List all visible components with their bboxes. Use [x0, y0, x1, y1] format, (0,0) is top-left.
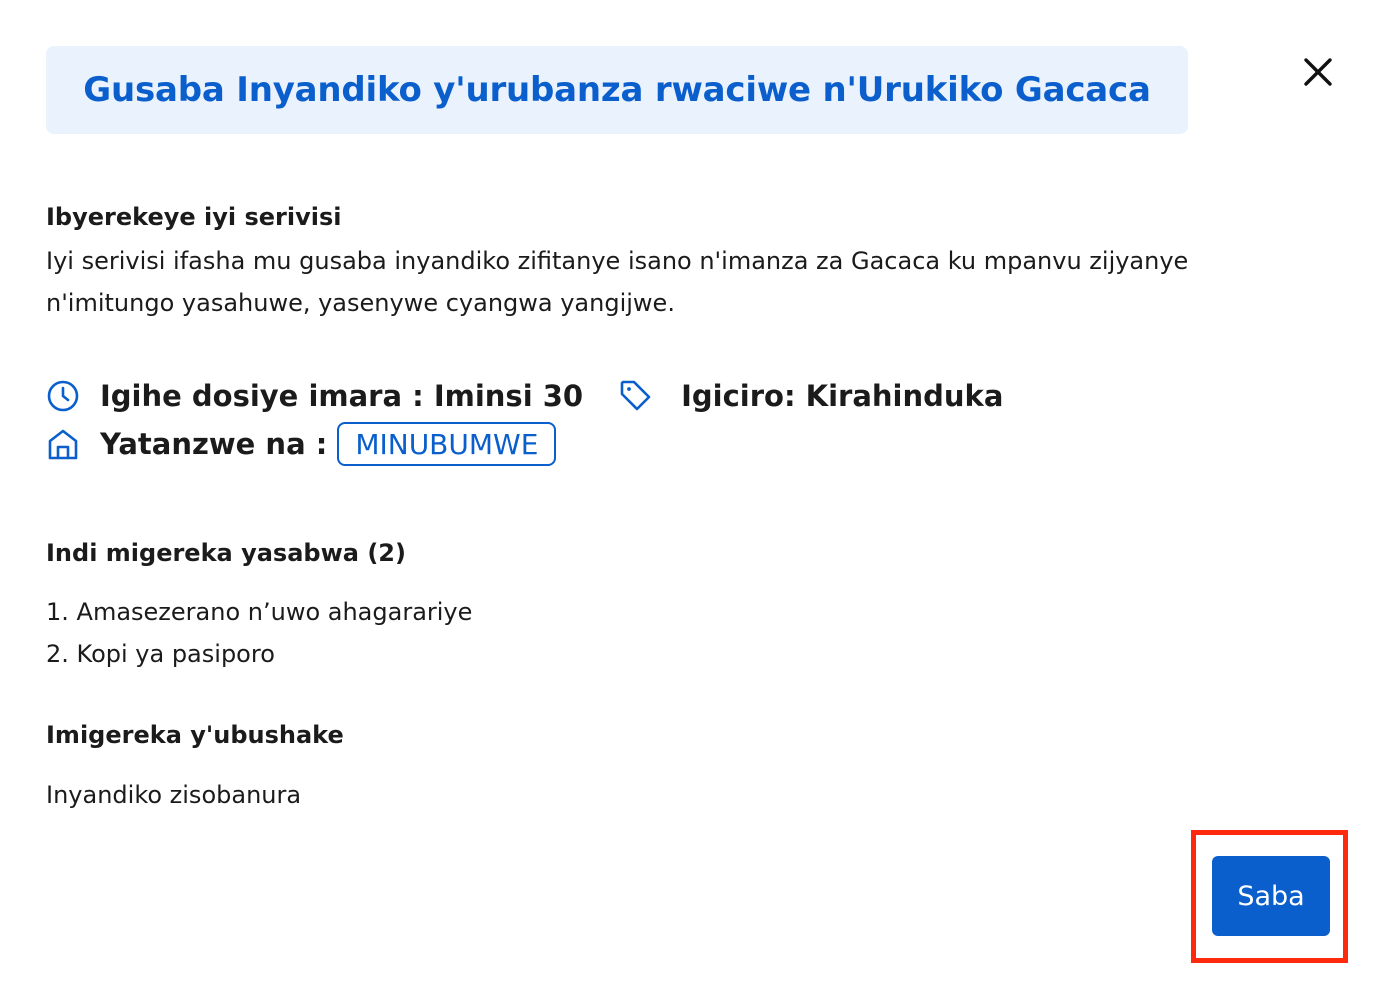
close-button[interactable] — [1296, 50, 1340, 94]
provider-label: Yatanzwe na : — [100, 427, 328, 461]
close-icon — [1304, 58, 1332, 86]
service-modal: Gusaba Inyandiko y'urubanza rwaciwe n'Ur… — [0, 0, 1374, 998]
about-heading: Ibyerekeye iyi serivisi — [46, 203, 342, 231]
requirements-list: 1. Amasezerano n’uwo ahagarariye 2. Kopi… — [46, 591, 472, 675]
tag-icon — [619, 379, 653, 413]
duration-text: Igihe dosiye imara : Iminsi 30 — [100, 379, 584, 413]
requirement-item: 2. Kopi ya pasiporo — [46, 640, 275, 668]
provider-badge[interactable]: MINUBUMWE — [337, 422, 557, 466]
meta-provider-row: Yatanzwe na : MINUBUMWE — [46, 420, 557, 468]
meta-duration-price-row: Igihe dosiye imara : Iminsi 30 Igiciro: … — [46, 372, 1003, 420]
modal-title: Gusaba Inyandiko y'urubanza rwaciwe n'Ur… — [83, 70, 1151, 110]
optional-heading: Imigereka y'ubushake — [46, 721, 344, 749]
about-description: Iyi serivisi ifasha mu gusaba inyandiko … — [46, 247, 1189, 317]
clock-icon — [46, 379, 80, 413]
title-banner: Gusaba Inyandiko y'urubanza rwaciwe n'Ur… — [46, 46, 1188, 134]
submit-button[interactable]: Saba — [1212, 856, 1330, 936]
price-text: Igiciro: Kirahinduka — [681, 379, 1004, 413]
home-icon — [46, 427, 80, 461]
requirement-item: 1. Amasezerano n’uwo ahagarariye — [46, 598, 473, 626]
requirements-heading: Indi migereka yasabwa (2) — [46, 539, 406, 567]
optional-text: Inyandiko zisobanura — [46, 781, 302, 809]
